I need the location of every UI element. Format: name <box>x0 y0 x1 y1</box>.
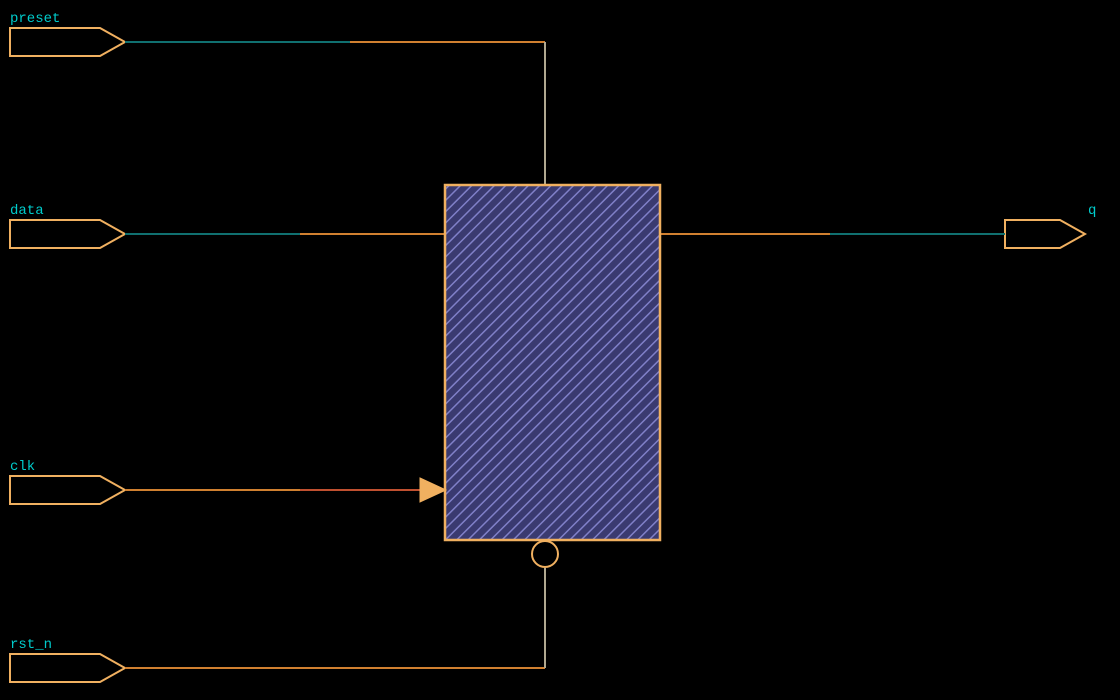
port-label-clk: clk <box>10 459 35 475</box>
input-port-clk[interactable] <box>10 476 125 504</box>
port-label-data: data <box>10 203 44 219</box>
clock-edge-icon <box>420 478 446 502</box>
input-port-rst-n[interactable] <box>10 654 125 682</box>
port-label-q: q <box>1088 203 1096 219</box>
dff-block[interactable] <box>445 185 660 540</box>
schematic-canvas[interactable]: preset data clk rst_n q <box>0 0 1120 700</box>
output-port-q[interactable] <box>1005 220 1085 248</box>
port-label-rst-n: rst_n <box>10 637 52 653</box>
input-port-preset[interactable] <box>10 28 125 56</box>
input-port-data[interactable] <box>10 220 125 248</box>
inversion-bubble-icon <box>532 541 558 567</box>
port-label-preset: preset <box>10 11 60 27</box>
